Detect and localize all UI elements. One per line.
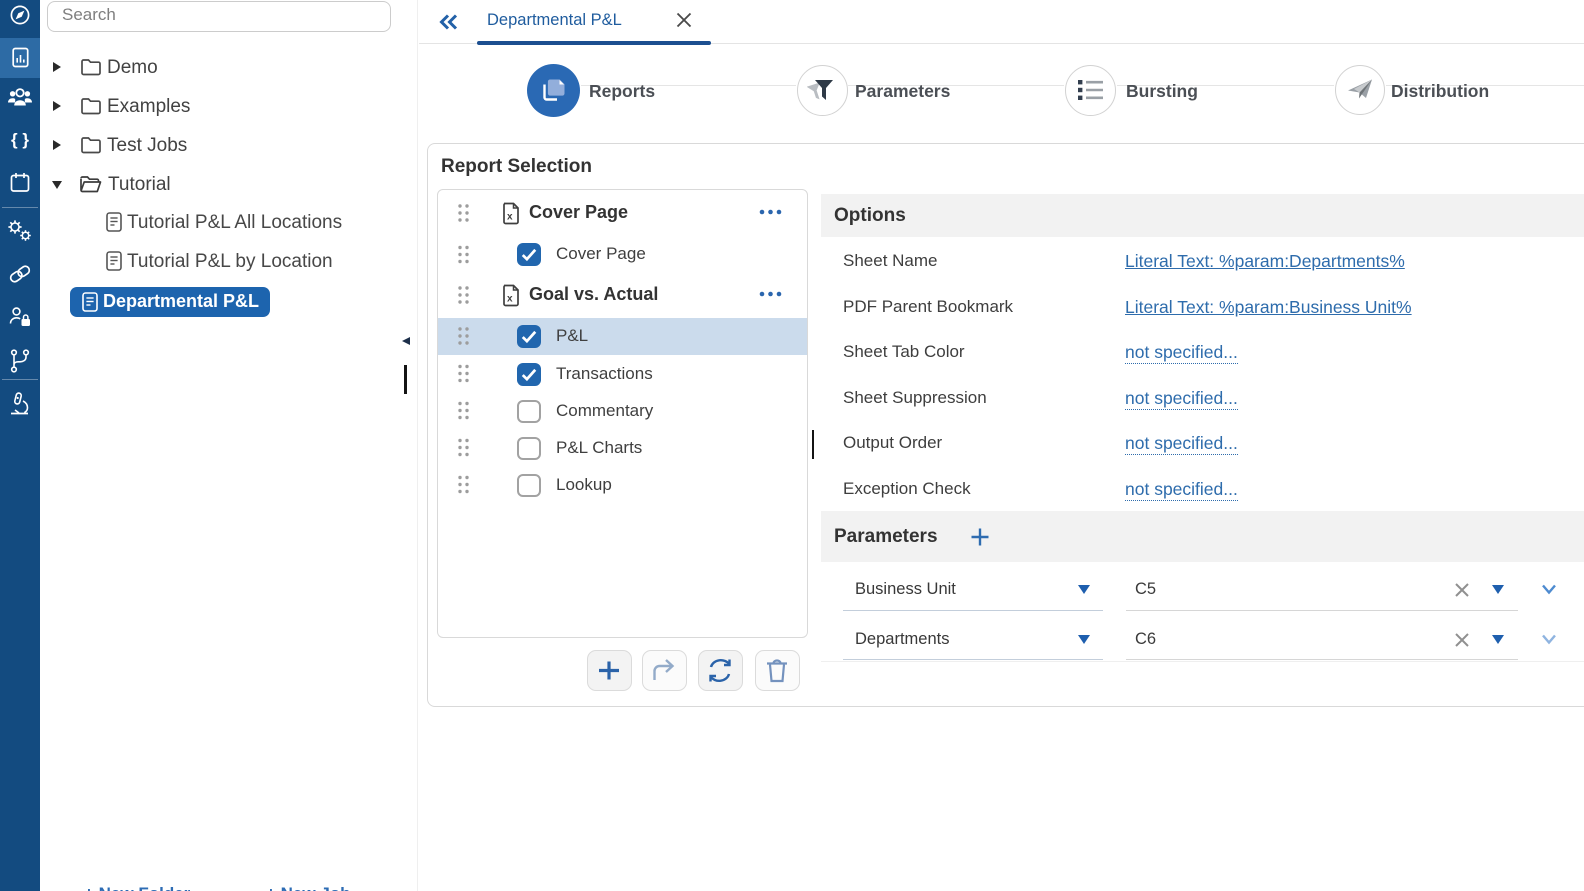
svg-text:x: x — [507, 212, 513, 223]
svg-text:x: x — [507, 294, 513, 305]
